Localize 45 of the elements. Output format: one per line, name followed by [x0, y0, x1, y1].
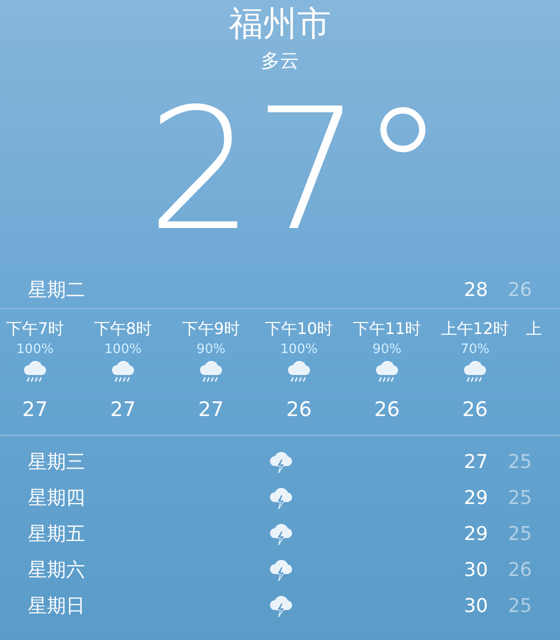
hour-label: 上午12时: [440, 318, 510, 340]
hour-temperature: 27: [22, 396, 48, 423]
precipitation-chance: 90%: [196, 341, 226, 359]
storm-cloud-icon: [268, 594, 294, 618]
current-temperature: 27°: [146, 82, 445, 258]
city-name: 福州市: [229, 4, 331, 44]
hour-temperature: 26: [374, 396, 400, 423]
weather-condition: 多云: [261, 49, 299, 74]
precipitation-chance: 100%: [104, 341, 142, 359]
storm-cloud-icon: [268, 450, 294, 474]
hour-label: 下午7时: [6, 318, 64, 340]
low-temperature: 25: [506, 486, 532, 511]
low-temperature: 25: [506, 450, 532, 475]
low-temperature: 26: [506, 558, 532, 583]
hour-label: 下午11时: [352, 318, 422, 340]
low-temperature: 25: [506, 594, 532, 619]
high-temperature: 28: [462, 278, 488, 303]
precipitation-chance: 70%: [460, 341, 490, 359]
day-label: 星期日: [28, 594, 86, 619]
high-temperature: 27: [462, 450, 488, 475]
precipitation-chance: 100%: [280, 341, 318, 359]
low-temperature: 25: [506, 522, 532, 547]
precipitation-chance: 90%: [372, 341, 402, 359]
day-label: 星期二: [28, 278, 86, 303]
hour-label: 下午10时: [264, 318, 334, 340]
high-temperature: 29: [462, 486, 488, 511]
day-label: 星期四: [28, 486, 86, 511]
storm-cloud-icon: [268, 558, 294, 582]
hour-temperature: 26: [286, 396, 312, 423]
low-temperature: 26: [506, 278, 532, 303]
day-label: 星期五: [28, 522, 86, 547]
high-temperature: 29: [462, 522, 488, 547]
hour-label: 下午8时: [94, 318, 152, 340]
hour-temperature: 27: [198, 396, 224, 423]
day-label: 星期六: [28, 558, 86, 583]
hour-temperature: 26: [462, 396, 488, 423]
high-temperature: 30: [462, 594, 488, 619]
precipitation-chance: 100%: [16, 341, 54, 359]
hour-temperature: 27: [110, 396, 136, 423]
high-temperature: 30: [462, 558, 488, 583]
storm-cloud-icon: [268, 522, 294, 546]
hour-label: 上: [526, 318, 542, 340]
day-label: 星期三: [28, 450, 86, 475]
hour-label: 下午9时: [182, 318, 240, 340]
storm-cloud-icon: [268, 486, 294, 510]
